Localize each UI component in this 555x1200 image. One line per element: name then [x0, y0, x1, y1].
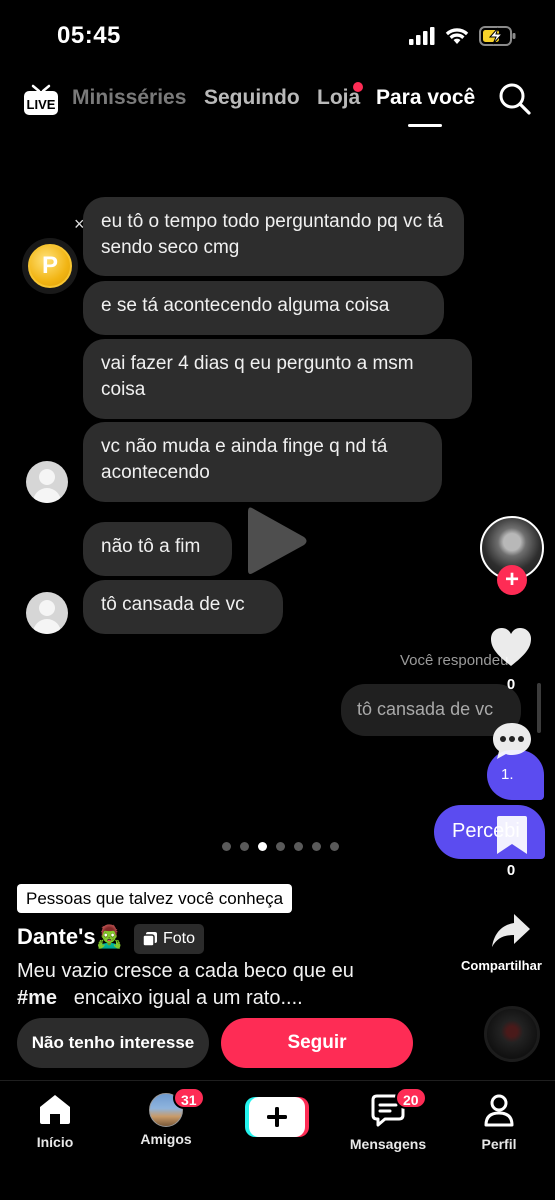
carousel-dot	[222, 842, 231, 851]
nav-home[interactable]: Início	[10, 1093, 100, 1150]
bookmark-icon	[497, 816, 527, 854]
active-tab-indicator	[408, 124, 442, 127]
live-label: LIVE	[27, 97, 56, 112]
friends-badge: 31	[173, 1087, 205, 1109]
suggestion-label: Pessoas que talvez você conheça	[17, 884, 293, 913]
home-icon	[40, 1095, 70, 1124]
plus-icon	[267, 1107, 287, 1127]
scroll-indicator	[537, 683, 541, 733]
share-arrow-icon	[492, 914, 530, 947]
tab-following[interactable]: Seguindo	[204, 86, 300, 110]
carousel-dot	[294, 842, 303, 851]
wifi-icon	[445, 28, 469, 44]
caption-line-2: encaixo igual a um rato....	[73, 987, 303, 1009]
share-label: Compartilhar	[461, 958, 542, 973]
status-time: 05:45	[57, 22, 121, 49]
nav-friends[interactable]: 31 Amigos	[121, 1087, 211, 1147]
contact-avatar-placeholder	[26, 592, 68, 634]
photo-type-badge: Foto	[134, 924, 205, 954]
nav-friends-label: Amigos	[140, 1131, 192, 1147]
post-caption[interactable]: Meu vazio cresce a cada beco que eu #me …	[17, 958, 437, 1012]
live-tv-icon: LIVE	[24, 84, 58, 115]
carousel-dot	[330, 842, 339, 851]
caption-line-1: Meu vazio cresce a cada beco que eu	[17, 960, 354, 982]
not-interested-button[interactable]: Não tenho interesse	[17, 1018, 209, 1068]
nav-home-label: Início	[36, 1134, 74, 1150]
status-icons	[409, 26, 517, 46]
play-button[interactable]	[246, 502, 310, 585]
messages-badge: 20	[395, 1087, 427, 1109]
photo-stack-icon	[142, 932, 157, 947]
nav-profile[interactable]: Perfil	[454, 1093, 544, 1152]
hashtag-link[interactable]: #me	[17, 987, 57, 1009]
cellular-signal-icon	[409, 27, 435, 45]
like-count: 0	[506, 676, 516, 693]
play-icon	[248, 507, 307, 574]
photo-type-label: Foto	[163, 930, 196, 947]
search-icon	[499, 83, 531, 115]
coin-reward-button[interactable]: P	[22, 238, 78, 294]
nav-messages-label: Mensagens	[349, 1136, 427, 1152]
chat-message: tô cansada de vc	[83, 580, 283, 634]
chat-message: eu tô o tempo todo perguntando pq vc tá …	[83, 197, 464, 276]
save-count: 0	[506, 862, 516, 879]
chat-message: vc não muda e ainda finge q nd tá aconte…	[83, 422, 442, 502]
battery-charging-icon	[479, 26, 516, 46]
shop-notification-dot	[353, 82, 363, 92]
profile-icon	[484, 1094, 514, 1127]
nav-profile-label: Perfil	[481, 1136, 517, 1152]
coin-icon: P	[28, 244, 72, 288]
carousel-dot	[240, 842, 249, 851]
search-button[interactable]	[498, 82, 532, 121]
bottom-nav: Início 31 Amigos 20 Mensagens Perfil	[0, 1080, 555, 1200]
heart-icon	[491, 628, 531, 666]
tab-miniseries[interactable]: Minisséries	[72, 86, 186, 110]
tab-for-you[interactable]: Para você	[376, 86, 475, 110]
chat-message: e se tá acontecendo alguma coisa	[83, 281, 444, 335]
carousel-dot	[258, 842, 267, 851]
carousel-dot	[276, 842, 285, 851]
comment-icon	[493, 723, 531, 759]
follow-button[interactable]: Seguir	[221, 1018, 413, 1068]
share-button[interactable]	[490, 910, 532, 957]
live-button[interactable]: LIVE	[22, 82, 60, 123]
create-button[interactable]	[245, 1097, 309, 1137]
author-name[interactable]: Dante's🧟‍♂️	[17, 924, 123, 950]
carousel-dot	[312, 842, 321, 851]
carousel-indicator	[222, 842, 339, 851]
comment-button[interactable]	[491, 720, 533, 767]
like-button[interactable]	[489, 626, 533, 673]
sound-disc[interactable]	[484, 1006, 540, 1062]
save-button[interactable]	[495, 814, 529, 861]
chat-message: vai fazer 4 dias q eu pergunto a msm coi…	[83, 339, 472, 419]
nav-messages[interactable]: 20 Mensagens	[343, 1087, 433, 1152]
follow-plus-icon[interactable]: +	[497, 565, 527, 595]
chat-message: não tô a fim	[83, 522, 232, 576]
contact-avatar-placeholder	[26, 461, 68, 503]
